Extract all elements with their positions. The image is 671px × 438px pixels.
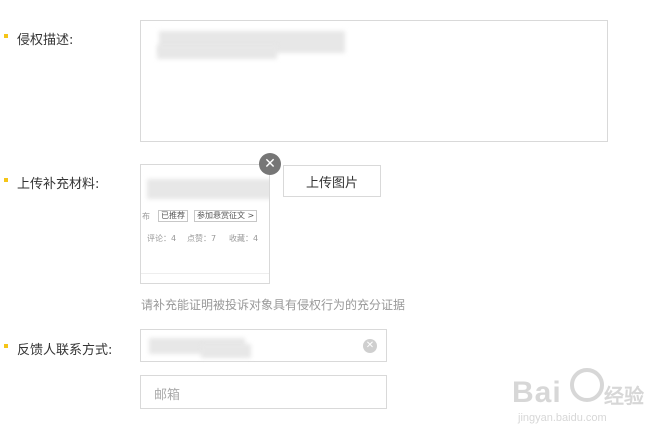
- email-input[interactable]: 邮箱: [140, 375, 387, 409]
- remove-image-icon[interactable]: ✕: [259, 153, 281, 175]
- paw-logo-icon: [570, 368, 604, 402]
- divider: [141, 273, 269, 274]
- watermark-url: jingyan.baidu.com: [518, 412, 607, 424]
- favorite-count: 收藏：4: [229, 234, 259, 243]
- materials-label: 上传补充材料:: [17, 177, 100, 192]
- required-marker: [4, 178, 8, 182]
- required-marker: [4, 344, 8, 348]
- watermark-brand-cn: 经验: [604, 386, 644, 408]
- thumbnail-text: 布: [142, 212, 150, 221]
- upload-image-button[interactable]: 上传图片: [283, 165, 381, 197]
- redacted-text: [147, 179, 269, 199]
- uploaded-image-thumbnail[interactable]: 布 已推荐 参加悬赏征文 > 评论：4 点赞：7 收藏：4: [140, 164, 270, 284]
- description-label: 侵权描述:: [17, 33, 74, 48]
- comment-count: 评论：4: [147, 234, 177, 243]
- redacted-text: [201, 344, 251, 358]
- like-count: 点赞：7: [187, 234, 217, 243]
- evidence-hint: 请补充能证明被投诉对象具有侵权行为的充分证据: [141, 298, 406, 312]
- baidu-jingyan-watermark: Bai 经验 jingyan.baidu.com: [512, 362, 662, 434]
- required-marker: [4, 34, 8, 38]
- email-placeholder: 邮箱: [154, 388, 181, 403]
- watermark-brand: Bai: [512, 376, 562, 409]
- essay-tag: 参加悬赏征文 >: [194, 210, 258, 222]
- description-textarea[interactable]: [140, 20, 608, 142]
- clear-input-icon[interactable]: ✕: [363, 339, 377, 353]
- contact-label: 反馈人联系方式:: [17, 343, 113, 358]
- phone-input[interactable]: ✕: [140, 329, 387, 362]
- redacted-text: [157, 45, 277, 59]
- recommended-tag: 已推荐: [158, 210, 188, 222]
